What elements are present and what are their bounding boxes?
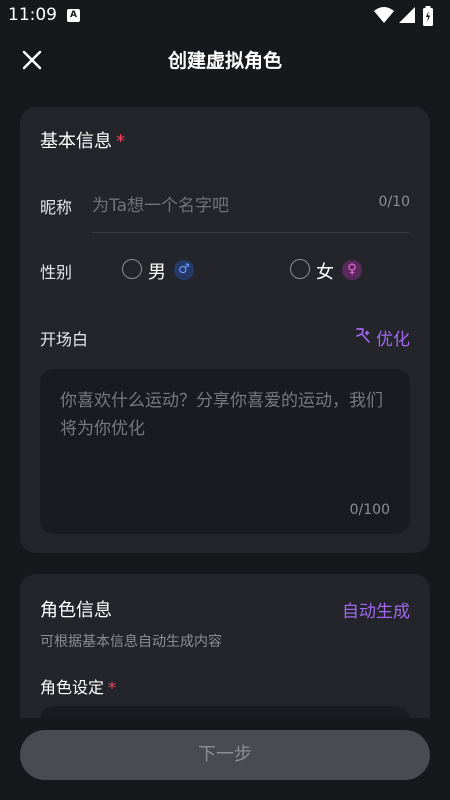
female-label: 女 [316,262,334,283]
cellular-signal-icon [399,7,415,23]
required-mark: * [116,131,125,152]
optimize-button[interactable]: 优化 [354,325,410,350]
opening-line-char-count: 0/100 [349,502,390,518]
nickname-char-count: 0/10 [378,194,410,210]
male-radio[interactable] [122,259,142,279]
basic-info-card: 基本信息 * 昵称 为Ta想一个名字吧 0/10 性别 男 ♂ 女 ♀ 开场白 优… [20,107,430,553]
role-setting-label: 角色设定 * [40,674,116,698]
role-info-title: 角色信息 [40,600,112,621]
gender-label: 性别 [40,263,73,282]
header: 创建虚拟角色 [0,32,450,88]
next-step-button[interactable]: 下一步 [20,730,430,780]
role-info-subtitle: 可根据基本信息自动生成内容 [40,634,222,650]
auto-generate-button[interactable]: 自动生成 [342,597,410,622]
basic-info-title-text: 基本信息 [40,131,112,152]
create-virtual-character-screen: 11:09 A 创建虚拟角色 基本信息 * 昵称 为Ta想一个名字吧 0/10 … [0,0,450,800]
nickname-label: 昵称 [40,198,73,217]
magic-wand-icon [356,328,370,343]
notification-badge-icon: A [67,9,80,22]
opening-line-textarea[interactable]: 你喜欢什么运动？分享你喜爱的运动，我们将为你优化 0/100 [40,369,410,534]
status-icons [374,6,444,26]
gender-option-male[interactable]: 男 ♂ [122,258,202,283]
battery-charging-icon [423,6,433,26]
male-label: 男 [148,262,166,283]
male-symbol-icon: ♂ [174,260,194,280]
nickname-input[interactable]: 为Ta想一个名字吧 0/10 [92,187,410,233]
wifi-icon [374,7,394,23]
basic-info-title: 基本信息 * [40,127,125,153]
role-setting-required-mark: * [108,678,117,697]
female-symbol-icon: ♀ [342,260,362,280]
optimize-label: 优化 [376,330,410,350]
nickname-placeholder: 为Ta想一个名字吧 [92,196,229,216]
status-bar: 11:09 A [0,0,450,32]
gender-option-female[interactable]: 女 ♀ [290,258,370,283]
status-time: 11:09 [8,5,57,25]
opening-line-placeholder: 你喜欢什么运动？分享你喜爱的运动，我们将为你优化 [60,391,383,439]
page-title: 创建虚拟角色 [167,50,282,72]
role-setting-label-text: 角色设定 [40,678,105,697]
opening-line-label: 开场白 [40,330,89,349]
female-radio[interactable] [290,259,310,279]
